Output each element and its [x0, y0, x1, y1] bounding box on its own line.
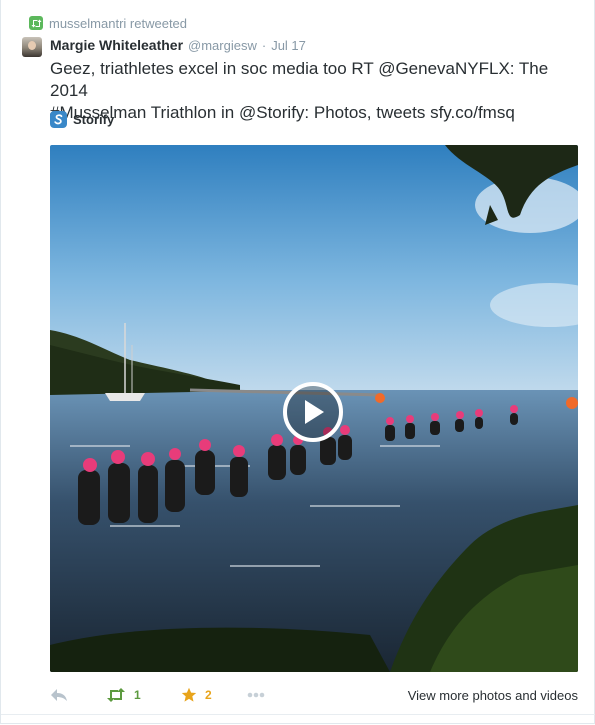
tweet-card: musselmantri retweeted Margie Whiteleath…: [0, 0, 595, 724]
more-button[interactable]: [247, 692, 287, 698]
play-icon: [305, 400, 324, 424]
retweet-verb: retweeted: [129, 15, 188, 31]
play-button[interactable]: [283, 382, 343, 442]
retweeter-name[interactable]: musselmantri: [49, 16, 126, 31]
retweet-count: 1: [134, 688, 141, 702]
retweet-context: musselmantri retweeted: [29, 14, 187, 32]
tweet-text-line-1: Geez, triathletes excel in soc media too…: [50, 59, 549, 100]
favorite-count: 2: [205, 688, 212, 702]
more-dots-icon: [247, 692, 265, 698]
avatar[interactable]: [22, 37, 42, 57]
card-source[interactable]: Storify: [50, 110, 114, 128]
storify-label: Storify: [73, 111, 115, 127]
header-separator: ·: [261, 38, 267, 53]
media-thumbnail[interactable]: [50, 145, 578, 672]
reply-button[interactable]: [50, 688, 106, 702]
author-handle[interactable]: @margiesw: [188, 38, 257, 53]
divider: [1, 714, 595, 715]
star-icon: [181, 687, 197, 702]
tweet-header: Margie Whiteleather @margiesw · Jul 17: [50, 37, 306, 55]
reply-icon: [51, 689, 67, 701]
tweet-timestamp[interactable]: Jul 17: [271, 38, 306, 53]
retweet-icon: [29, 16, 43, 30]
tweet-text: Geez, triathletes excel in soc media too…: [50, 58, 570, 124]
view-more-link[interactable]: View more photos and videos: [408, 688, 578, 703]
tweet-actions: 1 2 View more photos and videos: [50, 684, 578, 706]
retweet-icon: [107, 688, 125, 702]
tweet-text-line-2: #Musselman Triathlon in @Storify: Photos…: [50, 103, 515, 122]
favorite-button[interactable]: 2: [181, 687, 247, 703]
author-name[interactable]: Margie Whiteleather: [50, 37, 183, 53]
retweet-button[interactable]: 1: [106, 688, 181, 702]
storify-logo-icon: [50, 110, 67, 128]
